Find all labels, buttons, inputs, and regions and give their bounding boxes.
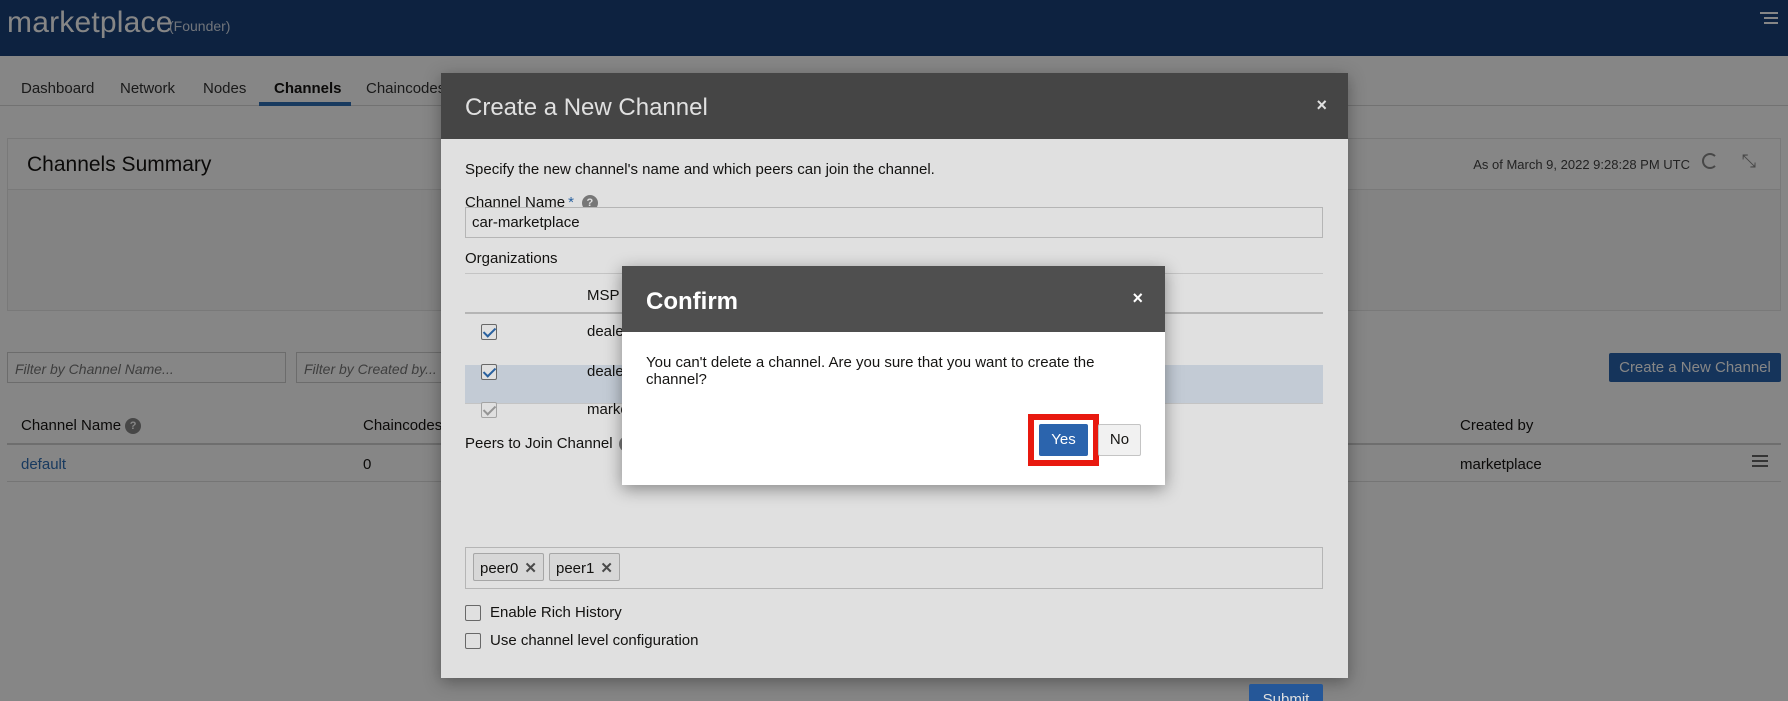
no-button[interactable]: No	[1098, 424, 1141, 456]
confirm-dialog: Confirm × You can't delete a channel. Ar…	[622, 266, 1165, 485]
confirm-title: Confirm	[646, 288, 738, 315]
yes-button[interactable]: Yes	[1039, 424, 1088, 456]
close-icon[interactable]: ×	[1132, 288, 1143, 309]
confirm-message: You can't delete a channel. Are you sure…	[646, 354, 1095, 388]
confirm-header: Confirm ×	[622, 266, 1165, 332]
